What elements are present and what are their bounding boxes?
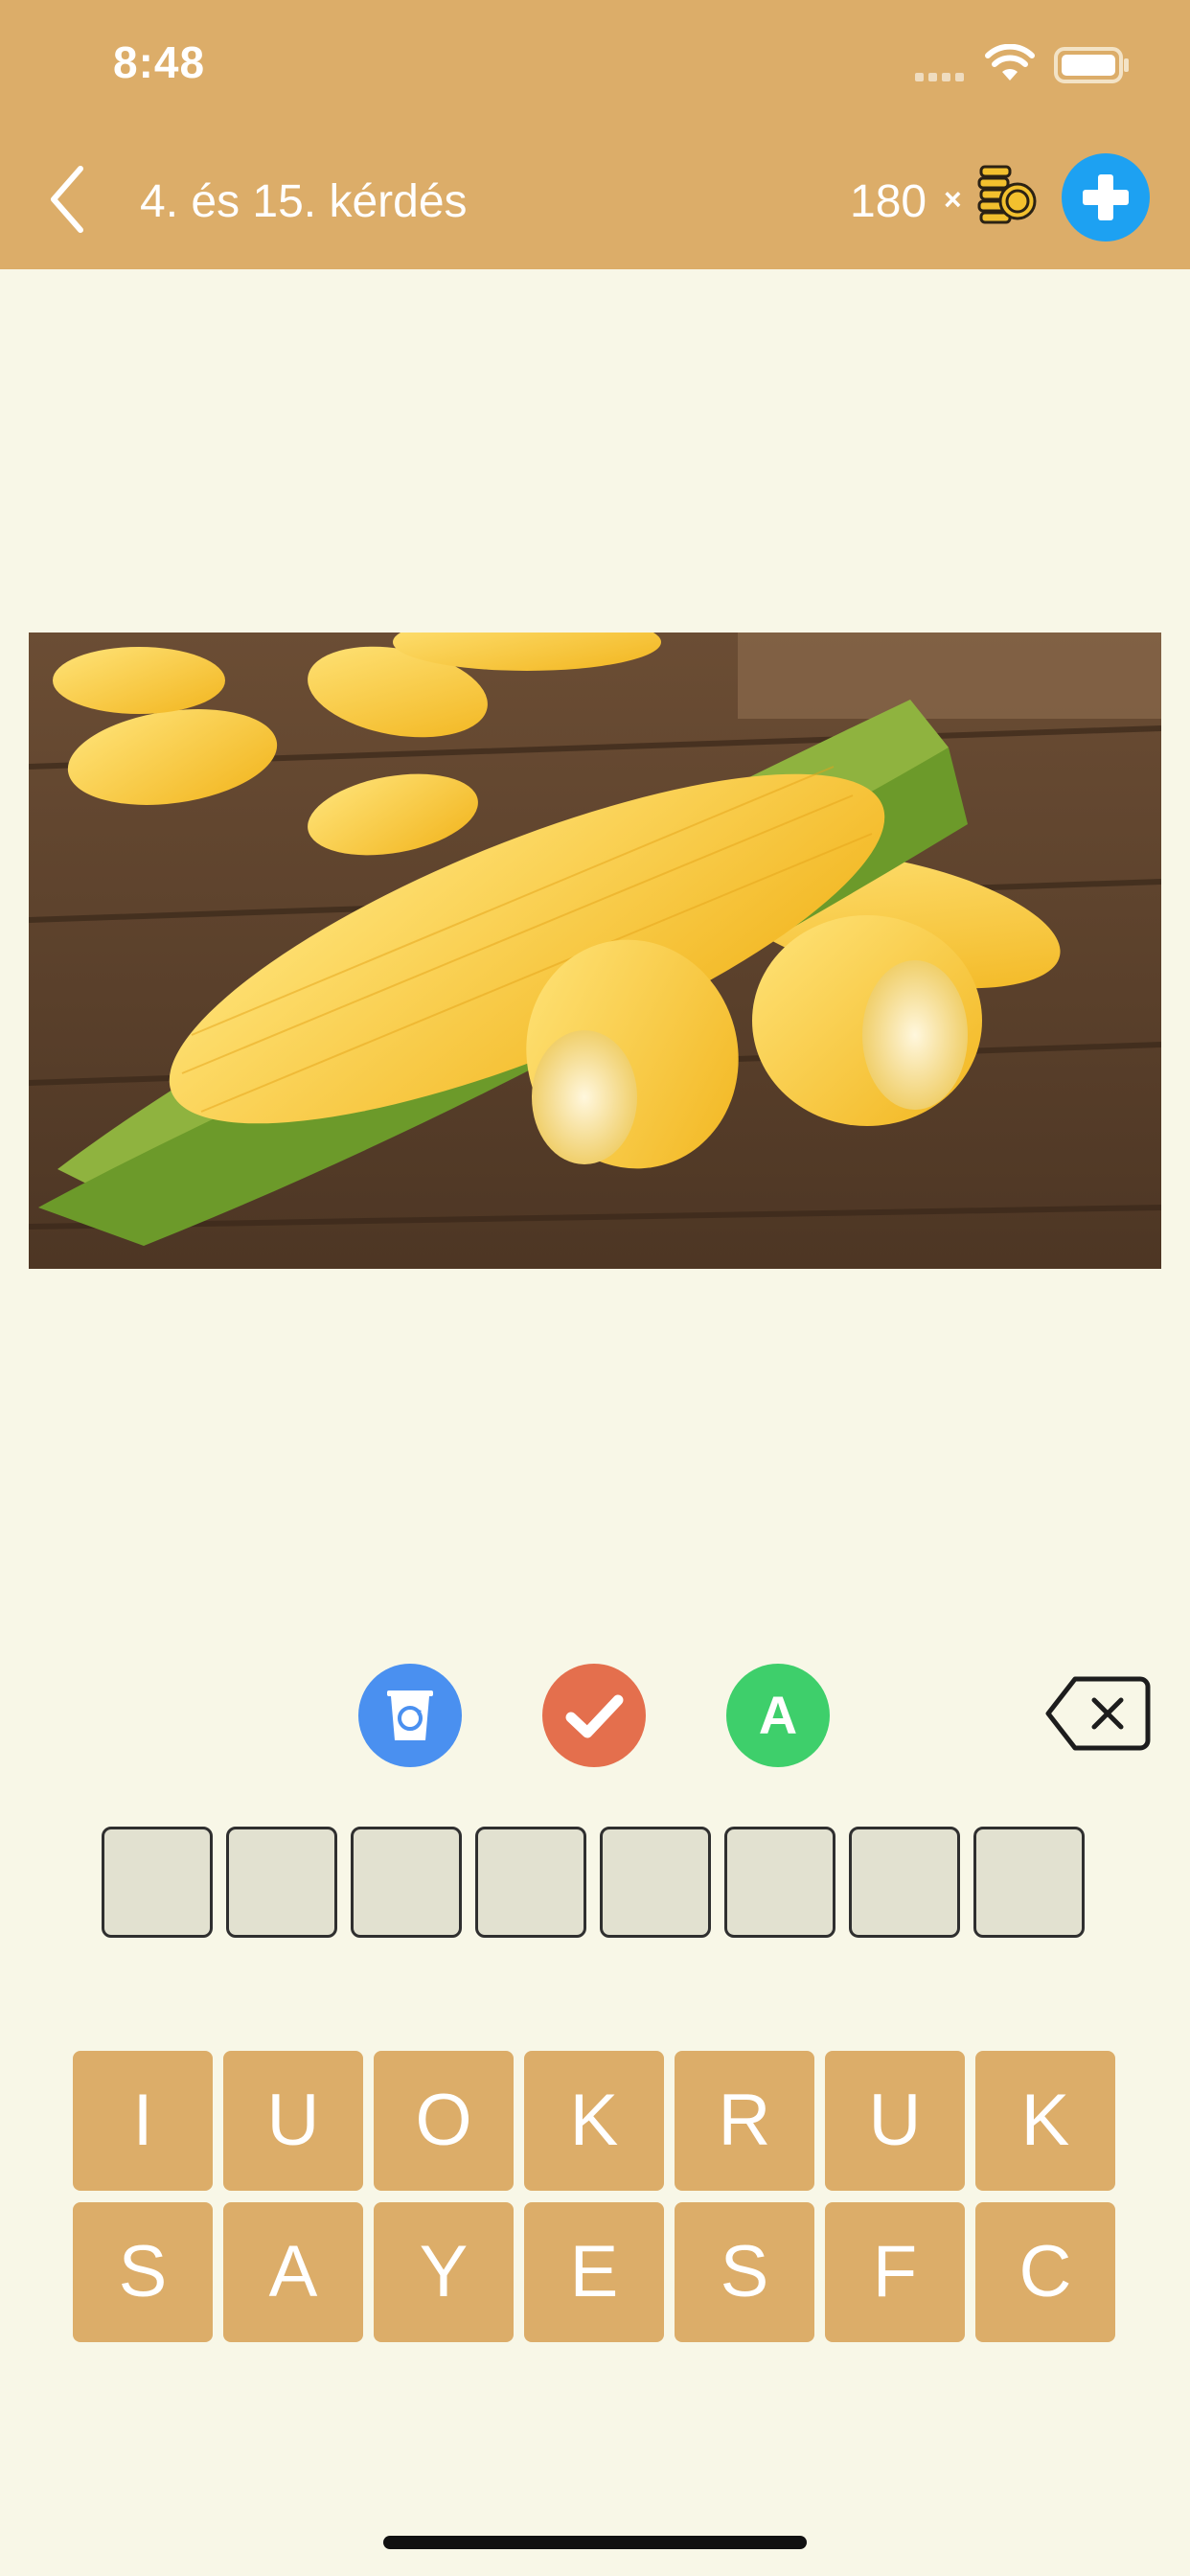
letter-key[interactable]: U	[825, 2051, 965, 2191]
header-bar: 8:48 4. és 15. kérdés 180 ×	[0, 0, 1190, 269]
letter-key[interactable]: U	[223, 2051, 363, 2191]
letter-key[interactable]: O	[374, 2051, 514, 2191]
cellular-signal-icon	[915, 69, 969, 81]
reveal-letter-label: A	[758, 1685, 798, 1745]
recycle-bin-icon	[387, 1690, 433, 1740]
reveal-letter-button[interactable]: A	[726, 1664, 830, 1767]
answer-slot[interactable]	[849, 1827, 960, 1938]
letter-key[interactable]: F	[825, 2202, 965, 2342]
coin-multiplier: ×	[944, 182, 962, 217]
home-indicator	[383, 2536, 807, 2549]
letter-key[interactable]: C	[975, 2202, 1115, 2342]
checkmark-icon	[565, 1694, 624, 1738]
coin-count: 180	[850, 176, 927, 227]
letter-key[interactable]: E	[524, 2202, 664, 2342]
status-time: 8:48	[113, 37, 206, 87]
coin-stack-icon	[977, 165, 1037, 224]
answer-slot[interactable]	[973, 1827, 1085, 1938]
answer-slot[interactable]	[102, 1827, 213, 1938]
reveal-answer-button[interactable]	[542, 1664, 646, 1767]
answer-slot[interactable]	[724, 1827, 835, 1938]
letter-key[interactable]: S	[73, 2202, 213, 2342]
add-coins-button[interactable]	[1062, 153, 1150, 242]
wifi-icon	[985, 44, 1035, 80]
battery-icon	[1054, 47, 1129, 83]
letter-key[interactable]: A	[223, 2202, 363, 2342]
letter-key[interactable]: K	[975, 2051, 1115, 2191]
remove-letters-button[interactable]	[358, 1664, 462, 1767]
back-button[interactable]	[40, 161, 98, 238]
backspace-icon[interactable]	[1044, 1673, 1152, 1754]
letter-key[interactable]: R	[675, 2051, 814, 2191]
answer-slot[interactable]	[475, 1827, 586, 1938]
letter-key[interactable]: S	[675, 2202, 814, 2342]
page-title: 4. és 15. kérdés	[140, 176, 468, 227]
answer-slot[interactable]	[351, 1827, 462, 1938]
letter-key[interactable]: I	[73, 2051, 213, 2191]
answer-slot[interactable]	[226, 1827, 337, 1938]
letter-key[interactable]: K	[524, 2051, 664, 2191]
letter-key[interactable]: Y	[374, 2202, 514, 2342]
puzzle-image	[29, 632, 1161, 1269]
answer-slot[interactable]	[600, 1827, 711, 1938]
